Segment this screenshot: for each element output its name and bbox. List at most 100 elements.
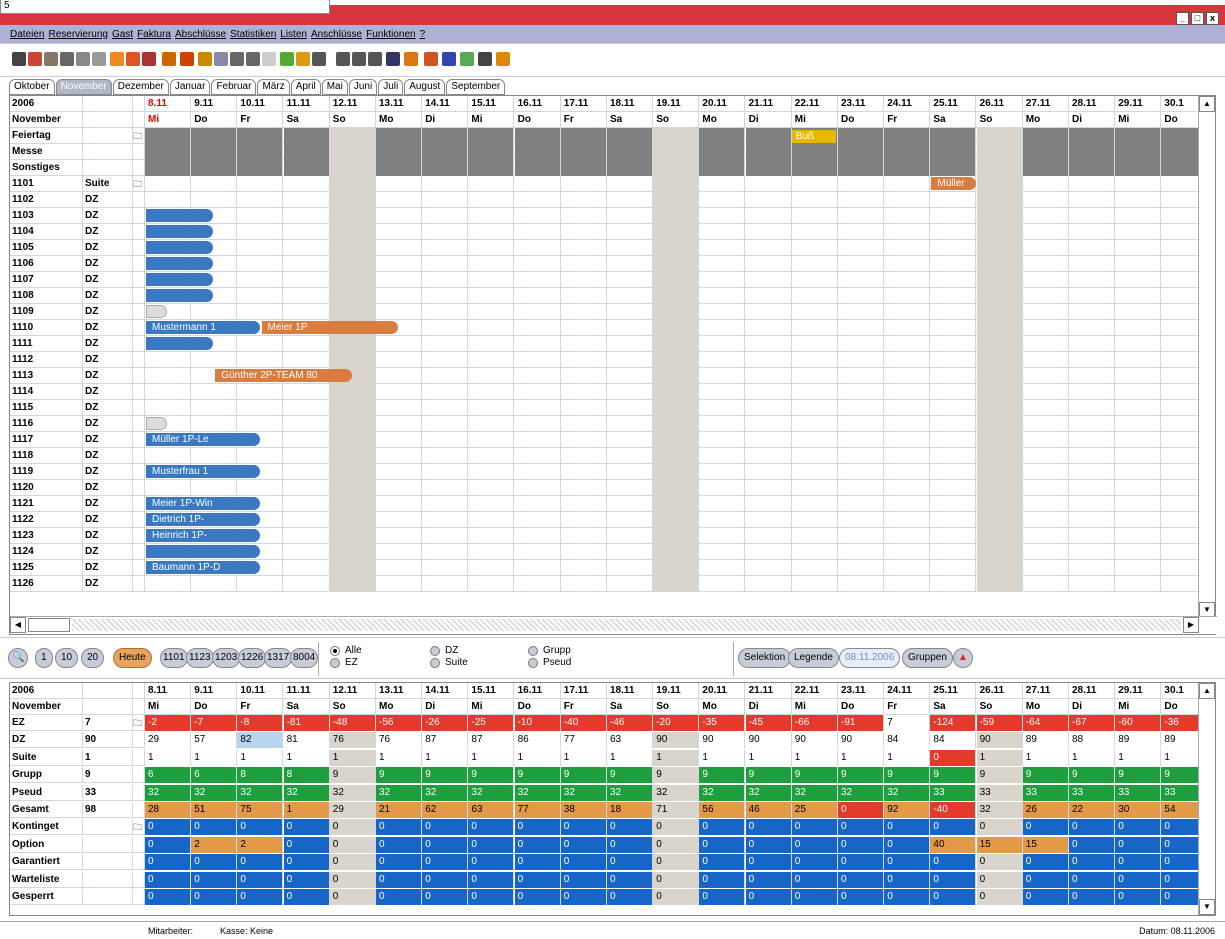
room-day-cell[interactable] <box>468 240 515 256</box>
date-cell[interactable]: 21.11 <box>746 96 792 112</box>
room-day-cell[interactable] <box>561 480 607 496</box>
room-day-cell[interactable] <box>468 464 515 480</box>
room-day-cell[interactable] <box>1069 256 1115 272</box>
room-day-cell[interactable] <box>699 240 746 256</box>
room-day-cell[interactable] <box>976 384 1023 400</box>
booking-bar[interactable] <box>146 273 214 286</box>
room-day-cell[interactable] <box>1023 208 1069 224</box>
room-day-cell[interactable] <box>376 464 422 480</box>
room-day-cell[interactable] <box>1161 304 1198 320</box>
room-day-cell[interactable] <box>1115 512 1162 528</box>
room-day-cell[interactable] <box>976 336 1023 352</box>
room-day-cell[interactable] <box>653 368 700 384</box>
room-day-cell[interactable] <box>329 192 376 208</box>
room-day-cell[interactable] <box>1161 464 1198 480</box>
room-jump-1203-button[interactable]: 1203 <box>212 648 241 668</box>
room-day-cell[interactable] <box>237 272 284 288</box>
room-day-cell[interactable] <box>1069 512 1115 528</box>
room-day-cell[interactable] <box>1023 560 1069 576</box>
toolbar-tool-icon[interactable] <box>312 52 326 66</box>
groups-button[interactable]: Gruppen <box>902 648 953 668</box>
room-day-cell[interactable] <box>930 352 977 368</box>
stats-scrollbar[interactable]: ▲ ▼ <box>1198 683 1215 915</box>
room-day-cell[interactable] <box>746 320 792 336</box>
room-day-cell[interactable] <box>1069 384 1115 400</box>
room-day-cell[interactable] <box>561 448 607 464</box>
room-day-cell[interactable] <box>607 384 653 400</box>
date-cell[interactable]: 22.11 <box>792 683 838 699</box>
room-day-cell[interactable] <box>237 304 284 320</box>
room-day-cell[interactable] <box>422 512 469 528</box>
room-row[interactable]: 1114 DZ <box>10 384 1198 400</box>
room-day-cell[interactable] <box>699 272 746 288</box>
room-row[interactable]: 1102 DZ <box>10 192 1198 208</box>
room-day-cell[interactable] <box>468 544 515 560</box>
room-day-cell[interactable] <box>191 384 238 400</box>
room-day-cell[interactable] <box>1023 240 1069 256</box>
room-day-cell[interactable] <box>699 336 746 352</box>
room-day-cell[interactable] <box>838 560 884 576</box>
room-day-cell[interactable] <box>607 208 653 224</box>
room-day-cell[interactable] <box>284 544 330 560</box>
room-day-cell[interactable] <box>930 272 977 288</box>
room-day-cell[interactable] <box>376 336 422 352</box>
room-day-cell[interactable] <box>1161 448 1198 464</box>
room-day-cell[interactable] <box>699 288 746 304</box>
room-day-cell[interactable] <box>515 208 561 224</box>
room-day-cell[interactable] <box>284 400 330 416</box>
menu-item-3[interactable]: Faktura <box>137 29 171 40</box>
room-day-cell[interactable] <box>607 224 653 240</box>
room-day-cell[interactable] <box>237 208 284 224</box>
room-day-cell[interactable] <box>422 480 469 496</box>
room-day-cell[interactable] <box>1161 432 1198 448</box>
room-day-cell[interactable] <box>792 208 838 224</box>
date-cell[interactable]: 24.11 <box>884 96 931 112</box>
room-day-cell[interactable] <box>237 336 284 352</box>
booking-bar[interactable] <box>146 241 214 254</box>
room-day-cell[interactable] <box>1069 416 1115 432</box>
room-day-cell[interactable] <box>468 400 515 416</box>
room-day-cell[interactable] <box>329 288 376 304</box>
room-day-cell[interactable] <box>746 224 792 240</box>
room-day-cell[interactable] <box>284 224 330 240</box>
folder-icon[interactable]: 🗀 <box>133 715 145 731</box>
room-day-cell[interactable] <box>1115 464 1162 480</box>
room-day-cell[interactable] <box>699 464 746 480</box>
room-day-cell[interactable] <box>561 224 607 240</box>
room-day-cell[interactable] <box>746 464 792 480</box>
room-day-cell[interactable] <box>376 480 422 496</box>
room-day-cell[interactable] <box>376 448 422 464</box>
room-day-cell[interactable] <box>329 560 376 576</box>
room-day-cell[interactable] <box>653 464 700 480</box>
room-day-cell[interactable] <box>792 400 838 416</box>
room-day-cell[interactable] <box>468 416 515 432</box>
room-day-cell[interactable] <box>422 288 469 304</box>
room-day-cell[interactable] <box>607 352 653 368</box>
room-day-cell[interactable] <box>284 288 330 304</box>
room-day-cell[interactable] <box>1161 496 1198 512</box>
room-day-cell[interactable] <box>838 240 884 256</box>
room-day-cell[interactable] <box>930 320 977 336</box>
folder-icon[interactable]: 🗀 <box>133 128 145 144</box>
room-day-cell[interactable] <box>607 288 653 304</box>
room-day-cell[interactable] <box>376 384 422 400</box>
room-day-cell[interactable] <box>607 448 653 464</box>
room-day-cell[interactable] <box>699 320 746 336</box>
date-cell[interactable]: 19.11 <box>653 96 700 112</box>
room-day-cell[interactable] <box>1115 576 1162 592</box>
room-day-cell[interactable] <box>284 272 330 288</box>
step-20-button[interactable]: 20 <box>81 648 105 668</box>
room-day-cell[interactable] <box>284 352 330 368</box>
room-day-cell[interactable] <box>1069 368 1115 384</box>
room-row[interactable]: 1120 DZ <box>10 480 1198 496</box>
room-day-cell[interactable] <box>561 528 607 544</box>
booking-bar[interactable] <box>146 225 214 238</box>
room-day-cell[interactable] <box>1023 416 1069 432</box>
room-day-cell[interactable] <box>746 432 792 448</box>
room-day-cell[interactable] <box>699 192 746 208</box>
room-day-cell[interactable] <box>468 208 515 224</box>
menu-item-8[interactable]: Funktionen <box>366 29 415 40</box>
room-day-cell[interactable] <box>653 528 700 544</box>
room-day-cell[interactable] <box>884 560 931 576</box>
room-day-cell[interactable] <box>376 432 422 448</box>
